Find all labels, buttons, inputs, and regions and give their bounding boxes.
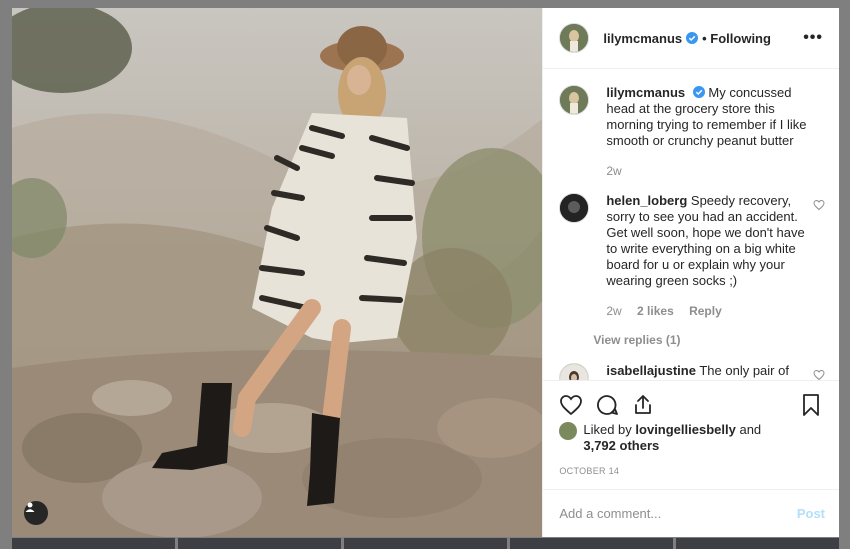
like-comment-icon[interactable]	[813, 369, 825, 380]
caption-username[interactable]: lilymcmanus	[606, 85, 685, 100]
like-comment-icon[interactable]	[813, 199, 825, 211]
share-icon[interactable]	[631, 393, 655, 417]
caption-time[interactable]: 2w	[606, 164, 621, 178]
view-replies-label: View replies (1)	[593, 333, 681, 347]
commenter-avatar[interactable]	[559, 363, 590, 380]
caption-avatar[interactable]	[559, 85, 590, 115]
add-comment-input[interactable]: Add a comment...	[559, 506, 796, 521]
comment-item: helen_loberg Speedy recovery, sorry to s…	[559, 193, 825, 319]
comment-icon[interactable]	[595, 393, 619, 417]
liked-by-user[interactable]: lovingelliesbelly	[635, 422, 735, 437]
more-options-icon[interactable]: •••	[803, 29, 823, 47]
background-thumbnail	[178, 538, 341, 549]
following-button[interactable]: • Following	[702, 31, 771, 46]
background-thumbnail	[344, 538, 507, 549]
commenter-avatar[interactable]	[559, 193, 590, 223]
comment-username[interactable]: isabellajustine	[606, 363, 696, 378]
user-tag-icon[interactable]	[24, 501, 48, 525]
photo-scene	[12, 8, 543, 537]
author-username[interactable]: lilymcmanus	[603, 31, 682, 46]
liked-by-others[interactable]: 3,792 others	[583, 438, 659, 453]
comment-username[interactable]: helen_loberg	[606, 193, 687, 208]
post-sidebar: lilymcmanus • Following ••• lilymcmanus …	[542, 8, 839, 537]
action-bar	[543, 380, 839, 420]
verified-badge-icon	[686, 32, 699, 44]
background-thumbnails	[12, 538, 839, 549]
background-thumbnail	[12, 538, 175, 549]
background-thumbnail	[676, 538, 839, 549]
view-replies-button[interactable]: View replies (1)	[593, 333, 823, 347]
post-comment-button[interactable]: Post	[797, 506, 825, 521]
liked-by-and: and	[739, 422, 762, 437]
post-date[interactable]: OCTOBER 14	[543, 454, 839, 489]
reply-button[interactable]: Reply	[689, 304, 722, 318]
post-modal: lilymcmanus • Following ••• lilymcmanus …	[12, 8, 839, 537]
post-header: lilymcmanus • Following •••	[543, 8, 839, 69]
comment-time[interactable]: 2w	[606, 304, 621, 318]
comments-list[interactable]: lilymcmanus My concussed head at the gro…	[543, 69, 839, 380]
background-thumbnail	[510, 538, 673, 549]
bookmark-icon[interactable]	[799, 393, 823, 417]
heart-icon[interactable]	[559, 393, 583, 417]
comment-likes[interactable]: 2 likes	[637, 304, 674, 318]
post-photo[interactable]	[12, 8, 543, 537]
liker-avatar[interactable]	[559, 422, 578, 440]
add-comment-bar: Add a comment... Post	[543, 489, 839, 537]
liked-by-prefix: Liked by	[583, 422, 632, 437]
caption: lilymcmanus My concussed head at the gro…	[559, 85, 823, 179]
comment-item: isabellajustine The only pair of underwe…	[559, 363, 825, 380]
author-avatar[interactable]	[559, 23, 590, 53]
likes-summary: Liked by lovingelliesbelly and 3,792 oth…	[543, 420, 839, 454]
verified-badge-icon	[692, 86, 705, 98]
